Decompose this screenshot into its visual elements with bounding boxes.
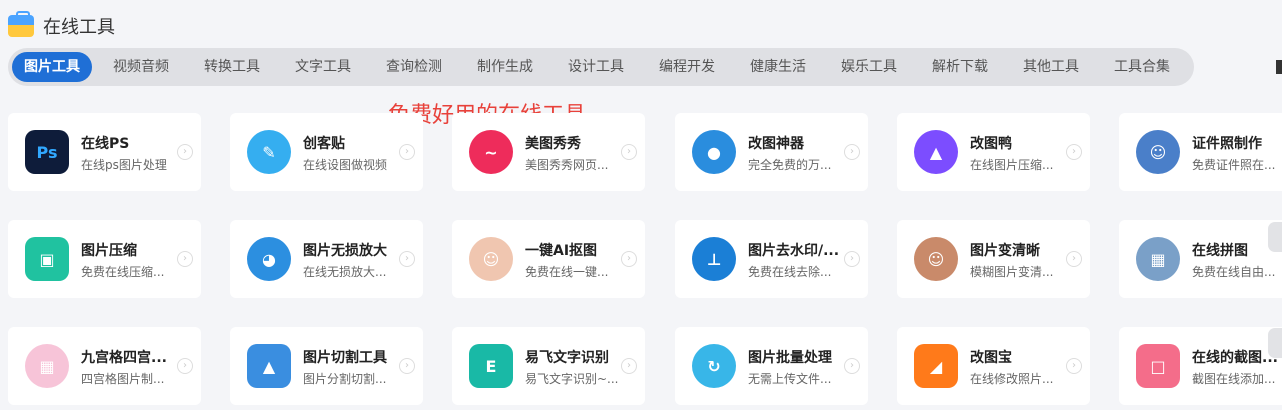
tool-card[interactable]: ▲ 改图鸭 在线图片压缩... › [897,113,1090,191]
collage-icon: ▦ [1136,237,1180,281]
tool-card[interactable]: ~ 美图秀秀 美图秀秀网页... › [452,113,645,191]
tool-name: 证件照制作 [1192,136,1262,152]
tab-9[interactable]: 娱乐工具 [827,52,911,82]
tab-2[interactable]: 转换工具 [190,52,274,82]
category-tabbar: 图片工具 视频音频 转换工具 文字工具 查询检测 制作生成 设计工具 编程开发 健康生活 娱乐工具… [8,48,1194,86]
image-compress-icon: ▣ [25,237,69,281]
page-title: 在线工具 [43,17,115,38]
app-header: 在线工具 [8,10,115,42]
cutout-icon: ☺ [469,237,513,281]
tool-card[interactable]: E 易飞文字识别 易飞文字识别~... › [452,327,645,405]
tool-description: 易飞文字识别~... [525,372,619,386]
tool-card[interactable]: ↻ 图片批量处理 无需上传文件... › [675,327,868,405]
chevron-right-icon[interactable]: › [621,358,637,374]
tab-7[interactable]: 编程开发 [645,52,729,82]
tab-4[interactable]: 查询检测 [372,52,456,82]
mountain-icon: ▲ [247,344,291,388]
chevron-right-icon[interactable]: › [621,144,637,160]
tool-description: 免费证件照在... [1192,158,1276,172]
tool-card[interactable]: ◢ 改图宝 在线修改照片... › [897,327,1090,405]
tool-description: 图片分割切割... [303,372,387,386]
duck-icon: ▲ [914,130,958,174]
tool-description: 在线修改照片... [970,372,1054,386]
chevron-right-icon[interactable]: › [399,358,415,374]
tool-description: 免费在线自由... [1192,265,1276,279]
ocr-icon: E [469,344,513,388]
scroll-handle-bottom[interactable] [1268,328,1282,358]
tool-card[interactable]: Ps 在线PS 在线ps图片处理 › [8,113,201,191]
tool-description: 完全免费的万... [748,158,832,172]
tool-card[interactable]: □在线的截图...截图在线添加...› [1119,327,1282,405]
monster-icon: ● [692,130,736,174]
tool-description: 免费在线一键... [525,265,609,279]
tool-card[interactable]: ✎ 创客贴 在线设图做视频 › [230,113,423,191]
tool-description: 在线设图做视频 [303,158,388,172]
chevron-right-icon[interactable]: › [1066,251,1082,267]
tool-card[interactable]: ▣ 图片压缩 免费在线压缩... › [8,220,201,298]
meitu-icon: ~ [469,130,513,174]
batch-icon: ↻ [692,344,736,388]
chevron-right-icon[interactable]: › [844,358,860,374]
tool-card[interactable]: ☺ 一键AI抠图 免费在线一键... › [452,220,645,298]
tool-description: 无需上传文件... [748,372,832,386]
tab-6[interactable]: 设计工具 [554,52,638,82]
tool-description: 在线ps图片处理 [81,158,167,172]
tool-card[interactable]: ⊥ 图片去水印/... 免费在线去除... › [675,220,868,298]
toolbox-icon [8,11,34,37]
tool-description: 在线图片压缩... [970,158,1054,172]
tool-description: 免费在线压缩... [81,265,165,279]
scroll-handle-top[interactable] [1268,222,1282,252]
gaitubao-icon: ◢ [914,344,958,388]
tool-description: 在线无损放大... [303,265,387,279]
chevron-right-icon[interactable]: › [1066,144,1082,160]
chevron-right-icon[interactable]: › [177,358,193,374]
chevron-right-icon[interactable]: › [399,144,415,160]
stamp-icon: ⊥ [692,237,736,281]
tab-12[interactable]: 工具合集 [1100,52,1184,82]
tool-description: 免费在线去除... [748,265,832,279]
tool-card[interactable]: ▲ 图片切割工具 图片分割切割... › [230,327,423,405]
tool-description: 美图秀秀网页... [525,158,609,172]
tool-description: 四宫格图片制... [81,372,165,386]
tool-description: 截图在线添加... [1192,372,1276,386]
tool-card[interactable]: ◕ 图片无损放大 在线无损放大... › [230,220,423,298]
tool-card[interactable]: ▦在线拼图免费在线自由...› [1119,220,1282,298]
chevron-right-icon[interactable]: › [844,144,860,160]
tool-card[interactable]: ● 改图神器 完全免费的万... › [675,113,868,191]
tool-description: 模糊图片变清... [970,265,1054,279]
chevron-right-icon[interactable]: › [844,251,860,267]
chuangketie-icon: ✎ [247,130,291,174]
doraemon-icon: ◕ [247,237,291,281]
tool-card[interactable]: ▦ 九宫格四宫... 四宫格图片制... › [8,327,201,405]
id-photo-icon: ☺ [1136,130,1180,174]
crop-icon: □ [1136,344,1180,388]
chevron-right-icon[interactable]: › [621,251,637,267]
tab-11[interactable]: 其他工具 [1009,52,1093,82]
tab-8[interactable]: 健康生活 [736,52,820,82]
tab-1[interactable]: 视频音频 [99,52,183,82]
tool-card[interactable]: ☺ 图片变清晰 模糊图片变清... › [897,220,1090,298]
chevron-right-icon[interactable]: › [177,144,193,160]
chevron-right-icon[interactable]: › [177,251,193,267]
chevron-right-icon[interactable]: › [1066,358,1082,374]
portrait-icon: ☺ [914,237,958,281]
tab-3[interactable]: 文字工具 [281,52,365,82]
grid-icon: ▦ [25,344,69,388]
tab-5[interactable]: 制作生成 [463,52,547,82]
chevron-right-icon[interactable]: › [399,251,415,267]
tab-0[interactable]: 图片工具 [12,52,92,82]
edge-marker [1276,60,1282,74]
tab-10[interactable]: 解析下载 [918,52,1002,82]
ps-icon: Ps [25,130,69,174]
tool-card[interactable]: ☺证件照制作免费证件照在...› [1119,113,1282,191]
